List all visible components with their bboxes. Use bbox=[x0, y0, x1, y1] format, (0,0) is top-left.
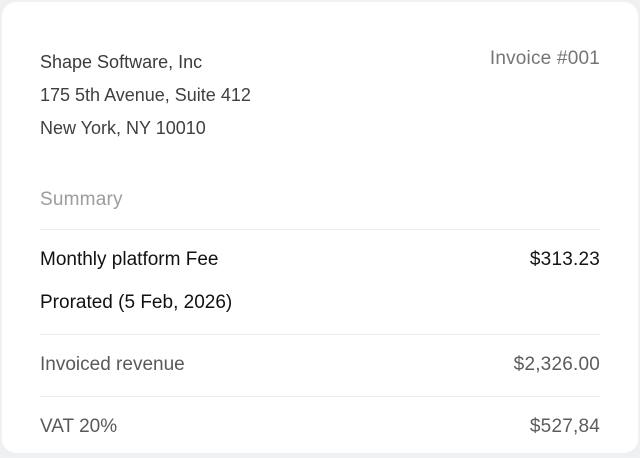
line-item-main: Invoiced revenue $2,326.00 bbox=[40, 354, 600, 376]
line-item-label: Invoiced revenue bbox=[40, 354, 185, 375]
company-name: Shape Software, Inc bbox=[40, 52, 203, 72]
line-item-amount: $2,326.00 bbox=[513, 354, 600, 375]
line-item-main: Monthly platform Fee $313.23 bbox=[40, 249, 600, 271]
summary-section-title: Summary bbox=[40, 189, 600, 230]
invoice-card: Shape Software, Inc 175 5th Avenue, Suit… bbox=[2, 2, 638, 453]
company-address-block: Shape Software, Inc 175 5th Avenue, Suit… bbox=[40, 46, 251, 145]
line-item-monthly-platform-fee: Monthly platform Fee $313.23 Prorated (5… bbox=[40, 230, 600, 335]
line-item-amount: $313.23 bbox=[529, 249, 600, 270]
company-address-line-1: 175 5th Avenue, Suite 412 bbox=[40, 85, 251, 105]
line-item-main: VAT 20% $527,84 bbox=[40, 416, 600, 438]
line-item-label: Monthly platform Fee bbox=[40, 249, 219, 270]
line-item-amount: $527,84 bbox=[529, 416, 600, 437]
invoice-header: Shape Software, Inc 175 5th Avenue, Suit… bbox=[40, 46, 600, 145]
line-item-sublabel: Prorated (5 Feb, 2026) bbox=[40, 292, 233, 313]
line-item-invoiced-revenue: Invoiced revenue $2,326.00 bbox=[40, 335, 600, 397]
line-item-vat: VAT 20% $527,84 bbox=[40, 397, 600, 458]
invoice-number: Invoice #001 bbox=[489, 48, 600, 69]
company-address-line-2: New York, NY 10010 bbox=[40, 118, 206, 138]
line-item-label: VAT 20% bbox=[40, 416, 118, 437]
